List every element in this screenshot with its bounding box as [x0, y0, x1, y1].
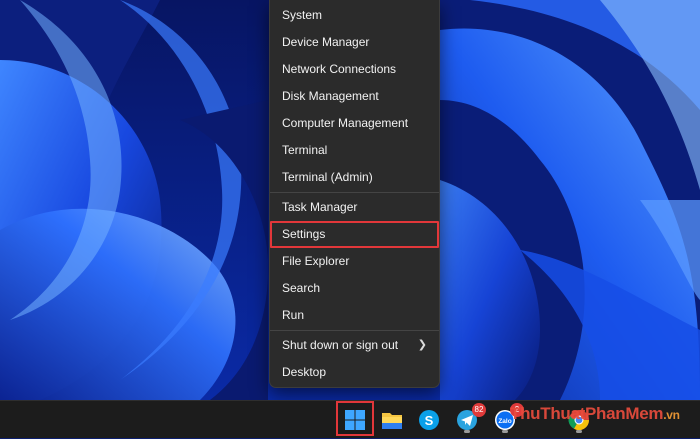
menu-item-network-connections[interactable]: Network Connections — [270, 56, 439, 83]
watermark-suffix: .vn — [663, 408, 680, 422]
chevron-right-icon: ❯ — [417, 339, 427, 351]
menu-item-label: Search — [282, 281, 321, 295]
site-watermark: ThuThuatPhanMem.vn — [510, 404, 680, 424]
running-indicator — [576, 430, 582, 433]
menu-separator — [270, 330, 439, 331]
menu-item-label: Settings — [282, 227, 326, 241]
menu-item-label: Shut down or sign out — [282, 338, 399, 352]
menu-item-device-manager[interactable]: Device Manager — [270, 29, 439, 56]
menu-item-shut-down[interactable]: Shut down or sign out ❯ — [270, 332, 439, 359]
menu-item-settings[interactable]: Settings — [270, 221, 439, 248]
menu-item-task-manager[interactable]: Task Manager — [270, 194, 439, 221]
menu-item-disk-management[interactable]: Disk Management — [270, 83, 439, 110]
menu-item-label: Desktop — [282, 365, 327, 379]
menu-item-system[interactable]: System — [270, 2, 439, 29]
menu-item-file-explorer[interactable]: File Explorer — [270, 248, 439, 275]
menu-item-label: Network Connections — [282, 62, 397, 76]
menu-item-terminal-admin[interactable]: Terminal (Admin) — [270, 164, 439, 191]
menu-item-terminal[interactable]: Terminal — [270, 137, 439, 164]
menu-item-search[interactable]: Search — [270, 275, 439, 302]
menu-item-label: Task Manager — [282, 200, 358, 214]
start-button-highlight — [336, 401, 374, 436]
telegram-badge: 82 — [472, 403, 486, 417]
running-indicator — [464, 430, 470, 433]
skype-icon: S — [419, 410, 439, 430]
menu-item-label: Computer Management — [282, 116, 409, 130]
menu-item-label: Run — [282, 308, 305, 322]
taskbar-skype[interactable]: S — [415, 406, 443, 434]
taskbar-telegram[interactable]: 82 — [453, 403, 486, 434]
running-indicator — [502, 430, 508, 433]
menu-item-label: Disk Management — [282, 89, 379, 103]
start-context-menu: System Device Manager Network Connection… — [269, 0, 440, 388]
menu-item-label: Device Manager — [282, 35, 370, 49]
menu-item-desktop[interactable]: Desktop — [270, 359, 439, 386]
file-explorer-icon — [382, 413, 402, 429]
skype-letter: S — [425, 413, 434, 428]
taskbar-file-explorer[interactable] — [378, 406, 406, 434]
menu-item-label: Terminal — [282, 143, 328, 157]
watermark-main: ThuThuatPhanMem — [510, 404, 664, 423]
menu-item-run[interactable]: Run — [270, 302, 439, 329]
menu-item-computer-management[interactable]: Computer Management — [270, 110, 439, 137]
menu-item-label: File Explorer — [282, 254, 350, 268]
menu-separator — [270, 192, 439, 193]
menu-item-label: Terminal (Admin) — [282, 170, 373, 184]
menu-item-label: System — [282, 8, 323, 22]
